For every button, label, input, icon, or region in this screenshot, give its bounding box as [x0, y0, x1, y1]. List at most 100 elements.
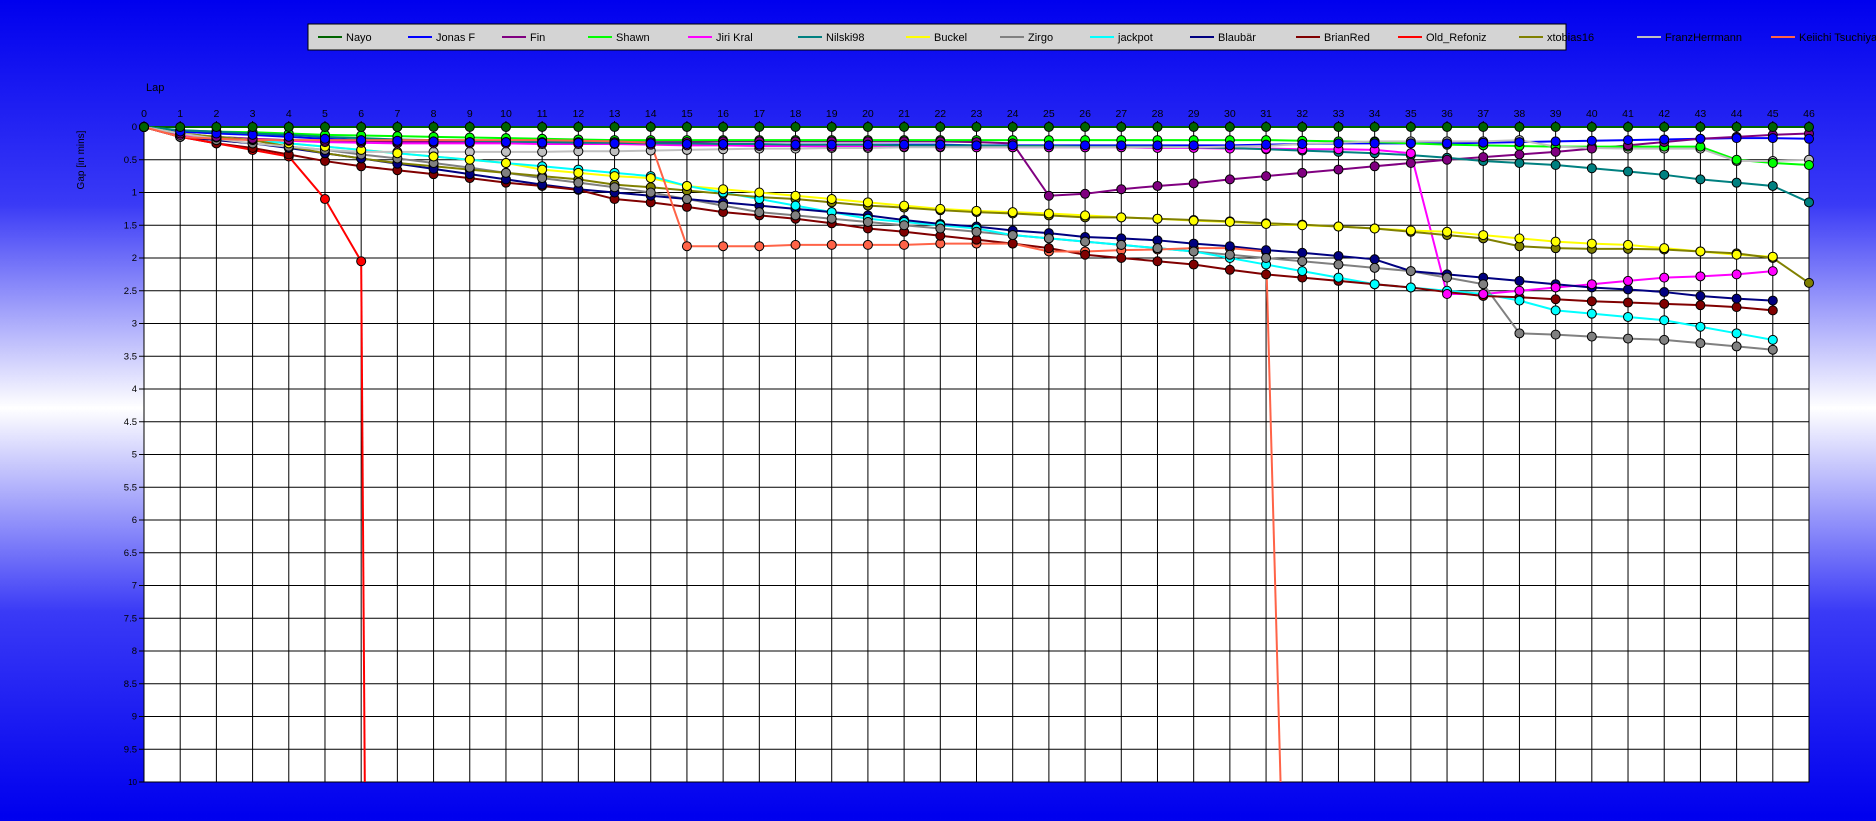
data-point — [862, 197, 873, 208]
data-point — [1080, 140, 1091, 151]
data-point — [754, 139, 765, 150]
data-point — [392, 122, 403, 132]
data-point — [392, 135, 403, 146]
data-point — [826, 122, 837, 132]
data-point — [1731, 177, 1742, 188]
data-point — [1586, 331, 1597, 342]
data-point — [1767, 251, 1778, 262]
legend: Nayo Jonas F Fin Shawn Jiri Kral Nilski98 Buck… — [307, 23, 1876, 51]
y-tick-label: 8 — [132, 646, 137, 657]
data-point — [1731, 249, 1742, 260]
data-point — [319, 133, 330, 144]
data-point — [1767, 344, 1778, 355]
data-point — [1659, 287, 1670, 298]
data-point — [1550, 282, 1561, 293]
legend-label: Buckel — [934, 32, 967, 44]
legend-label: Old_Refoniz — [1426, 32, 1487, 44]
lap-chart: Nayo Jonas F Fin Shawn Jiri Kral Nilski98 Buck… — [0, 0, 1876, 816]
x-tick-label: 9 — [467, 108, 473, 120]
data-point — [1514, 275, 1525, 286]
data-point — [1116, 212, 1127, 223]
data-point — [1116, 140, 1127, 151]
data-point — [862, 122, 873, 132]
x-tick-label: 18 — [790, 108, 802, 120]
data-point — [1333, 122, 1344, 132]
data-point — [1333, 272, 1344, 283]
x-tick-label: 29 — [1188, 108, 1200, 120]
x-tick-label: 35 — [1405, 108, 1417, 120]
data-point — [1804, 277, 1814, 288]
x-tick-label: 10 — [500, 108, 512, 120]
data-point — [935, 203, 946, 214]
data-point — [573, 122, 584, 132]
x-tick-label: 39 — [1550, 108, 1562, 120]
data-point — [1586, 122, 1597, 132]
data-point — [1297, 122, 1308, 132]
y-tick-label: 1.5 — [124, 220, 137, 231]
x-tick-label: 33 — [1333, 108, 1345, 120]
plot-area: 0 1 2 3 4 5 6 7 8 9 10 11 12 13 14 15 16 17 18 19 20 21 22 23 24… — [124, 108, 1815, 787]
data-point — [1297, 247, 1308, 258]
x-tick-label: 41 — [1622, 108, 1634, 120]
data-point — [645, 187, 656, 198]
data-point — [935, 223, 946, 234]
data-point — [862, 139, 873, 150]
data-point — [1659, 272, 1670, 283]
data-point — [1152, 256, 1163, 267]
data-point — [645, 122, 656, 132]
data-point — [1369, 279, 1380, 290]
data-point — [1043, 140, 1054, 151]
data-point — [1731, 122, 1742, 132]
x-tick-label: 13 — [609, 108, 621, 120]
data-point — [1695, 271, 1706, 282]
x-tick-label: 16 — [717, 108, 729, 120]
data-point — [428, 151, 439, 162]
data-point — [1007, 207, 1018, 218]
data-point — [1369, 161, 1380, 172]
data-point — [862, 239, 873, 250]
data-point — [1188, 259, 1199, 270]
x-tick-label: 28 — [1152, 108, 1164, 120]
data-point — [681, 180, 692, 191]
data-point — [1043, 190, 1054, 201]
data-point — [718, 139, 729, 150]
data-point — [1261, 218, 1272, 229]
data-point — [899, 122, 910, 132]
data-point — [1731, 328, 1742, 339]
data-point — [718, 200, 729, 211]
data-point — [1116, 122, 1127, 132]
data-point — [1514, 149, 1525, 160]
data-point — [1405, 138, 1416, 149]
data-point — [537, 164, 548, 175]
legend-label: BrianRed — [1324, 32, 1370, 44]
data-point — [1586, 279, 1597, 290]
data-point — [790, 139, 801, 150]
legend-label: Shawn — [616, 32, 650, 44]
data-point — [1152, 243, 1163, 254]
data-point — [1767, 180, 1778, 191]
data-point — [1623, 284, 1634, 295]
data-point — [1623, 333, 1634, 344]
data-point — [1224, 249, 1235, 260]
x-tick-label: 23 — [971, 108, 983, 120]
data-point — [609, 171, 620, 182]
data-point — [645, 173, 656, 184]
data-point — [1659, 122, 1670, 132]
data-point — [500, 122, 511, 132]
y-tick-label: 8.5 — [124, 679, 137, 690]
data-point — [971, 205, 982, 216]
x-tick-label: 0 — [141, 108, 147, 120]
data-point — [1333, 164, 1344, 175]
data-point — [1731, 302, 1742, 313]
data-point — [1188, 122, 1199, 132]
data-point — [790, 122, 801, 132]
data-point — [1767, 305, 1778, 316]
data-point — [1297, 266, 1308, 277]
data-point — [573, 137, 584, 148]
data-point — [1586, 308, 1597, 319]
data-point — [1550, 329, 1561, 340]
data-point — [1623, 297, 1634, 308]
data-point — [1369, 138, 1380, 149]
data-point — [1514, 233, 1525, 244]
data-point — [1514, 158, 1525, 169]
